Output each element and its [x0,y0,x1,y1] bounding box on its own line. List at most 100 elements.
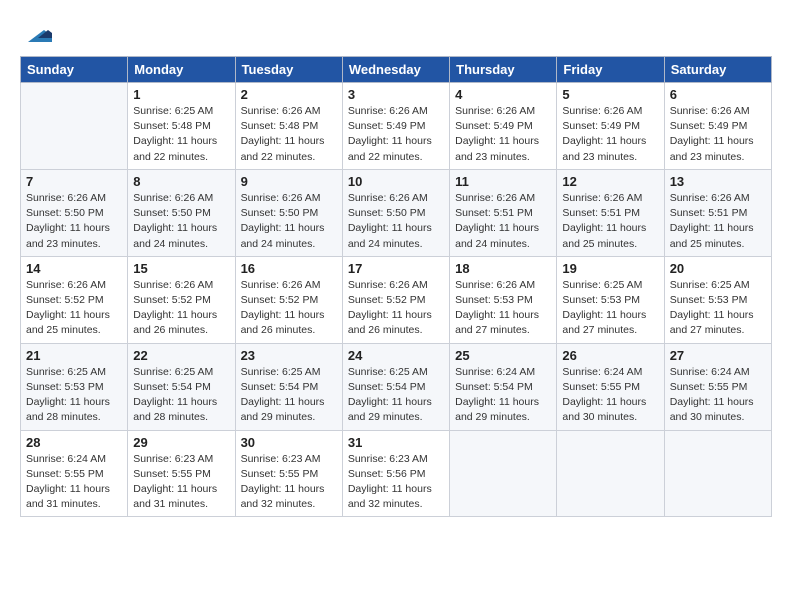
calendar-table: SundayMondayTuesdayWednesdayThursdayFrid… [20,56,772,517]
day-number: 10 [348,174,444,189]
calendar-cell: 10 Sunrise: 6:26 AMSunset: 5:50 PMDayligh… [342,169,449,256]
weekday-header-thursday: Thursday [450,57,557,83]
day-info: Sunrise: 6:23 AMSunset: 5:55 PMDaylight:… [241,452,337,513]
day-info: Sunrise: 6:26 AMSunset: 5:48 PMDaylight:… [241,104,337,165]
calendar-cell: 1 Sunrise: 6:25 AMSunset: 5:48 PMDaylight… [128,83,235,170]
day-number: 12 [562,174,658,189]
day-number: 15 [133,261,229,276]
calendar-cell: 26Sunrise: 6:24 AMSunset: 5:55 PMDayligh… [557,343,664,430]
day-info: Sunrise: 6:25 AMSunset: 5:53 PMDaylight:… [562,278,658,339]
day-number: 30 [241,435,337,450]
day-number: 24 [348,348,444,363]
day-info: Sunrise: 6:23 AMSunset: 5:56 PMDaylight:… [348,452,444,513]
calendar-cell: 12 Sunrise: 6:26 AMSunset: 5:51 PMDayligh… [557,169,664,256]
calendar-cell: 4 Sunrise: 6:26 AMSunset: 5:49 PMDaylight… [450,83,557,170]
day-info: Sunrise: 6:25 AMSunset: 5:54 PMDaylight:… [241,365,337,426]
day-info: Sunrise: 6:25 AMSunset: 5:54 PMDaylight:… [348,365,444,426]
calendar-cell: 2 Sunrise: 6:26 AMSunset: 5:48 PMDaylight… [235,83,342,170]
day-info: Sunrise: 6:26 AMSunset: 5:51 PMDaylight:… [670,191,766,252]
calendar-cell: 18 Sunrise: 6:26 AMSunset: 5:53 PMDayligh… [450,256,557,343]
day-info: Sunrise: 6:26 AMSunset: 5:51 PMDaylight:… [455,191,551,252]
calendar-cell: 16 Sunrise: 6:26 AMSunset: 5:52 PMDayligh… [235,256,342,343]
day-number: 9 [241,174,337,189]
weekday-header-friday: Friday [557,57,664,83]
day-info: Sunrise: 6:26 AMSunset: 5:53 PMDaylight:… [455,278,551,339]
calendar-cell: 30 Sunrise: 6:23 AMSunset: 5:55 PMDayligh… [235,430,342,517]
day-info: Sunrise: 6:26 AMSunset: 5:50 PMDaylight:… [26,191,122,252]
calendar-cell: 19 Sunrise: 6:25 AMSunset: 5:53 PMDayligh… [557,256,664,343]
day-info: Sunrise: 6:26 AMSunset: 5:50 PMDaylight:… [241,191,337,252]
day-number: 25 [455,348,551,363]
day-number: 16 [241,261,337,276]
day-number: 14 [26,261,122,276]
day-number: 28 [26,435,122,450]
calendar-cell: 9 Sunrise: 6:26 AMSunset: 5:50 PMDaylight… [235,169,342,256]
calendar-cell: 7Sunrise: 6:26 AMSunset: 5:50 PMDaylight… [21,169,128,256]
calendar-cell: 14 Sunrise: 6:26 AMSunset: 5:52 PMDayligh… [21,256,128,343]
day-number: 29 [133,435,229,450]
calendar-cell: 31 Sunrise: 6:23 AMSunset: 5:56 PMDayligh… [342,430,449,517]
day-info: Sunrise: 6:24 AMSunset: 5:55 PMDaylight:… [670,365,766,426]
day-number: 21 [26,348,122,363]
day-number: 4 [455,87,551,102]
day-number: 3 [348,87,444,102]
calendar-cell: 11 Sunrise: 6:26 AMSunset: 5:51 PMDayligh… [450,169,557,256]
weekday-header-saturday: Saturday [664,57,771,83]
day-info: Sunrise: 6:26 AMSunset: 5:50 PMDaylight:… [133,191,229,252]
calendar-cell: 17 Sunrise: 6:26 AMSunset: 5:52 PMDayligh… [342,256,449,343]
day-number: 1 [133,87,229,102]
day-number: 20 [670,261,766,276]
calendar-cell: 15 Sunrise: 6:26 AMSunset: 5:52 PMDayligh… [128,256,235,343]
logo-icon [20,16,52,48]
calendar-cell [21,83,128,170]
day-number: 22 [133,348,229,363]
day-number: 6 [670,87,766,102]
calendar-cell: 13Sunrise: 6:26 AMSunset: 5:51 PMDayligh… [664,169,771,256]
calendar-cell: 21 Sunrise: 6:25 AMSunset: 5:53 PMDayligh… [21,343,128,430]
day-info: Sunrise: 6:25 AMSunset: 5:48 PMDaylight:… [133,104,229,165]
day-info: Sunrise: 6:25 AMSunset: 5:53 PMDaylight:… [26,365,122,426]
day-info: Sunrise: 6:24 AMSunset: 5:55 PMDaylight:… [562,365,658,426]
calendar-cell: 6Sunrise: 6:26 AMSunset: 5:49 PMDaylight… [664,83,771,170]
calendar-body: 1 Sunrise: 6:25 AMSunset: 5:48 PMDaylight… [21,83,772,517]
day-info: Sunrise: 6:26 AMSunset: 5:49 PMDaylight:… [562,104,658,165]
calendar-cell: 23 Sunrise: 6:25 AMSunset: 5:54 PMDayligh… [235,343,342,430]
day-info: Sunrise: 6:26 AMSunset: 5:52 PMDaylight:… [26,278,122,339]
week-row: 1 Sunrise: 6:25 AMSunset: 5:48 PMDaylight… [21,83,772,170]
calendar-cell: 20 Sunrise: 6:25 AMSunset: 5:53 PMDayligh… [664,256,771,343]
day-info: Sunrise: 6:26 AMSunset: 5:49 PMDaylight:… [455,104,551,165]
day-info: Sunrise: 6:24 AMSunset: 5:54 PMDaylight:… [455,365,551,426]
header [20,16,772,48]
logo [20,16,52,48]
calendar-cell: 24 Sunrise: 6:25 AMSunset: 5:54 PMDayligh… [342,343,449,430]
day-info: Sunrise: 6:26 AMSunset: 5:52 PMDaylight:… [133,278,229,339]
calendar-cell [557,430,664,517]
day-number: 23 [241,348,337,363]
day-info: Sunrise: 6:26 AMSunset: 5:49 PMDaylight:… [348,104,444,165]
week-row: 21 Sunrise: 6:25 AMSunset: 5:53 PMDayligh… [21,343,772,430]
day-info: Sunrise: 6:25 AMSunset: 5:53 PMDaylight:… [670,278,766,339]
day-number: 17 [348,261,444,276]
weekday-header-monday: Monday [128,57,235,83]
day-number: 19 [562,261,658,276]
weekday-header-wednesday: Wednesday [342,57,449,83]
day-number: 18 [455,261,551,276]
calendar-cell: 28Sunrise: 6:24 AMSunset: 5:55 PMDayligh… [21,430,128,517]
day-number: 2 [241,87,337,102]
day-number: 31 [348,435,444,450]
calendar-cell: 5 Sunrise: 6:26 AMSunset: 5:49 PMDaylight… [557,83,664,170]
day-number: 11 [455,174,551,189]
weekday-header-tuesday: Tuesday [235,57,342,83]
calendar-cell: 22Sunrise: 6:25 AMSunset: 5:54 PMDayligh… [128,343,235,430]
calendar-header: SundayMondayTuesdayWednesdayThursdayFrid… [21,57,772,83]
day-number: 5 [562,87,658,102]
calendar-cell: 25 Sunrise: 6:24 AMSunset: 5:54 PMDayligh… [450,343,557,430]
day-info: Sunrise: 6:26 AMSunset: 5:50 PMDaylight:… [348,191,444,252]
day-info: Sunrise: 6:23 AMSunset: 5:55 PMDaylight:… [133,452,229,513]
calendar-cell: 29 Sunrise: 6:23 AMSunset: 5:55 PMDayligh… [128,430,235,517]
week-row: 14 Sunrise: 6:26 AMSunset: 5:52 PMDayligh… [21,256,772,343]
day-info: Sunrise: 6:26 AMSunset: 5:51 PMDaylight:… [562,191,658,252]
calendar-cell [450,430,557,517]
day-info: Sunrise: 6:26 AMSunset: 5:52 PMDaylight:… [348,278,444,339]
day-info: Sunrise: 6:26 AMSunset: 5:52 PMDaylight:… [241,278,337,339]
